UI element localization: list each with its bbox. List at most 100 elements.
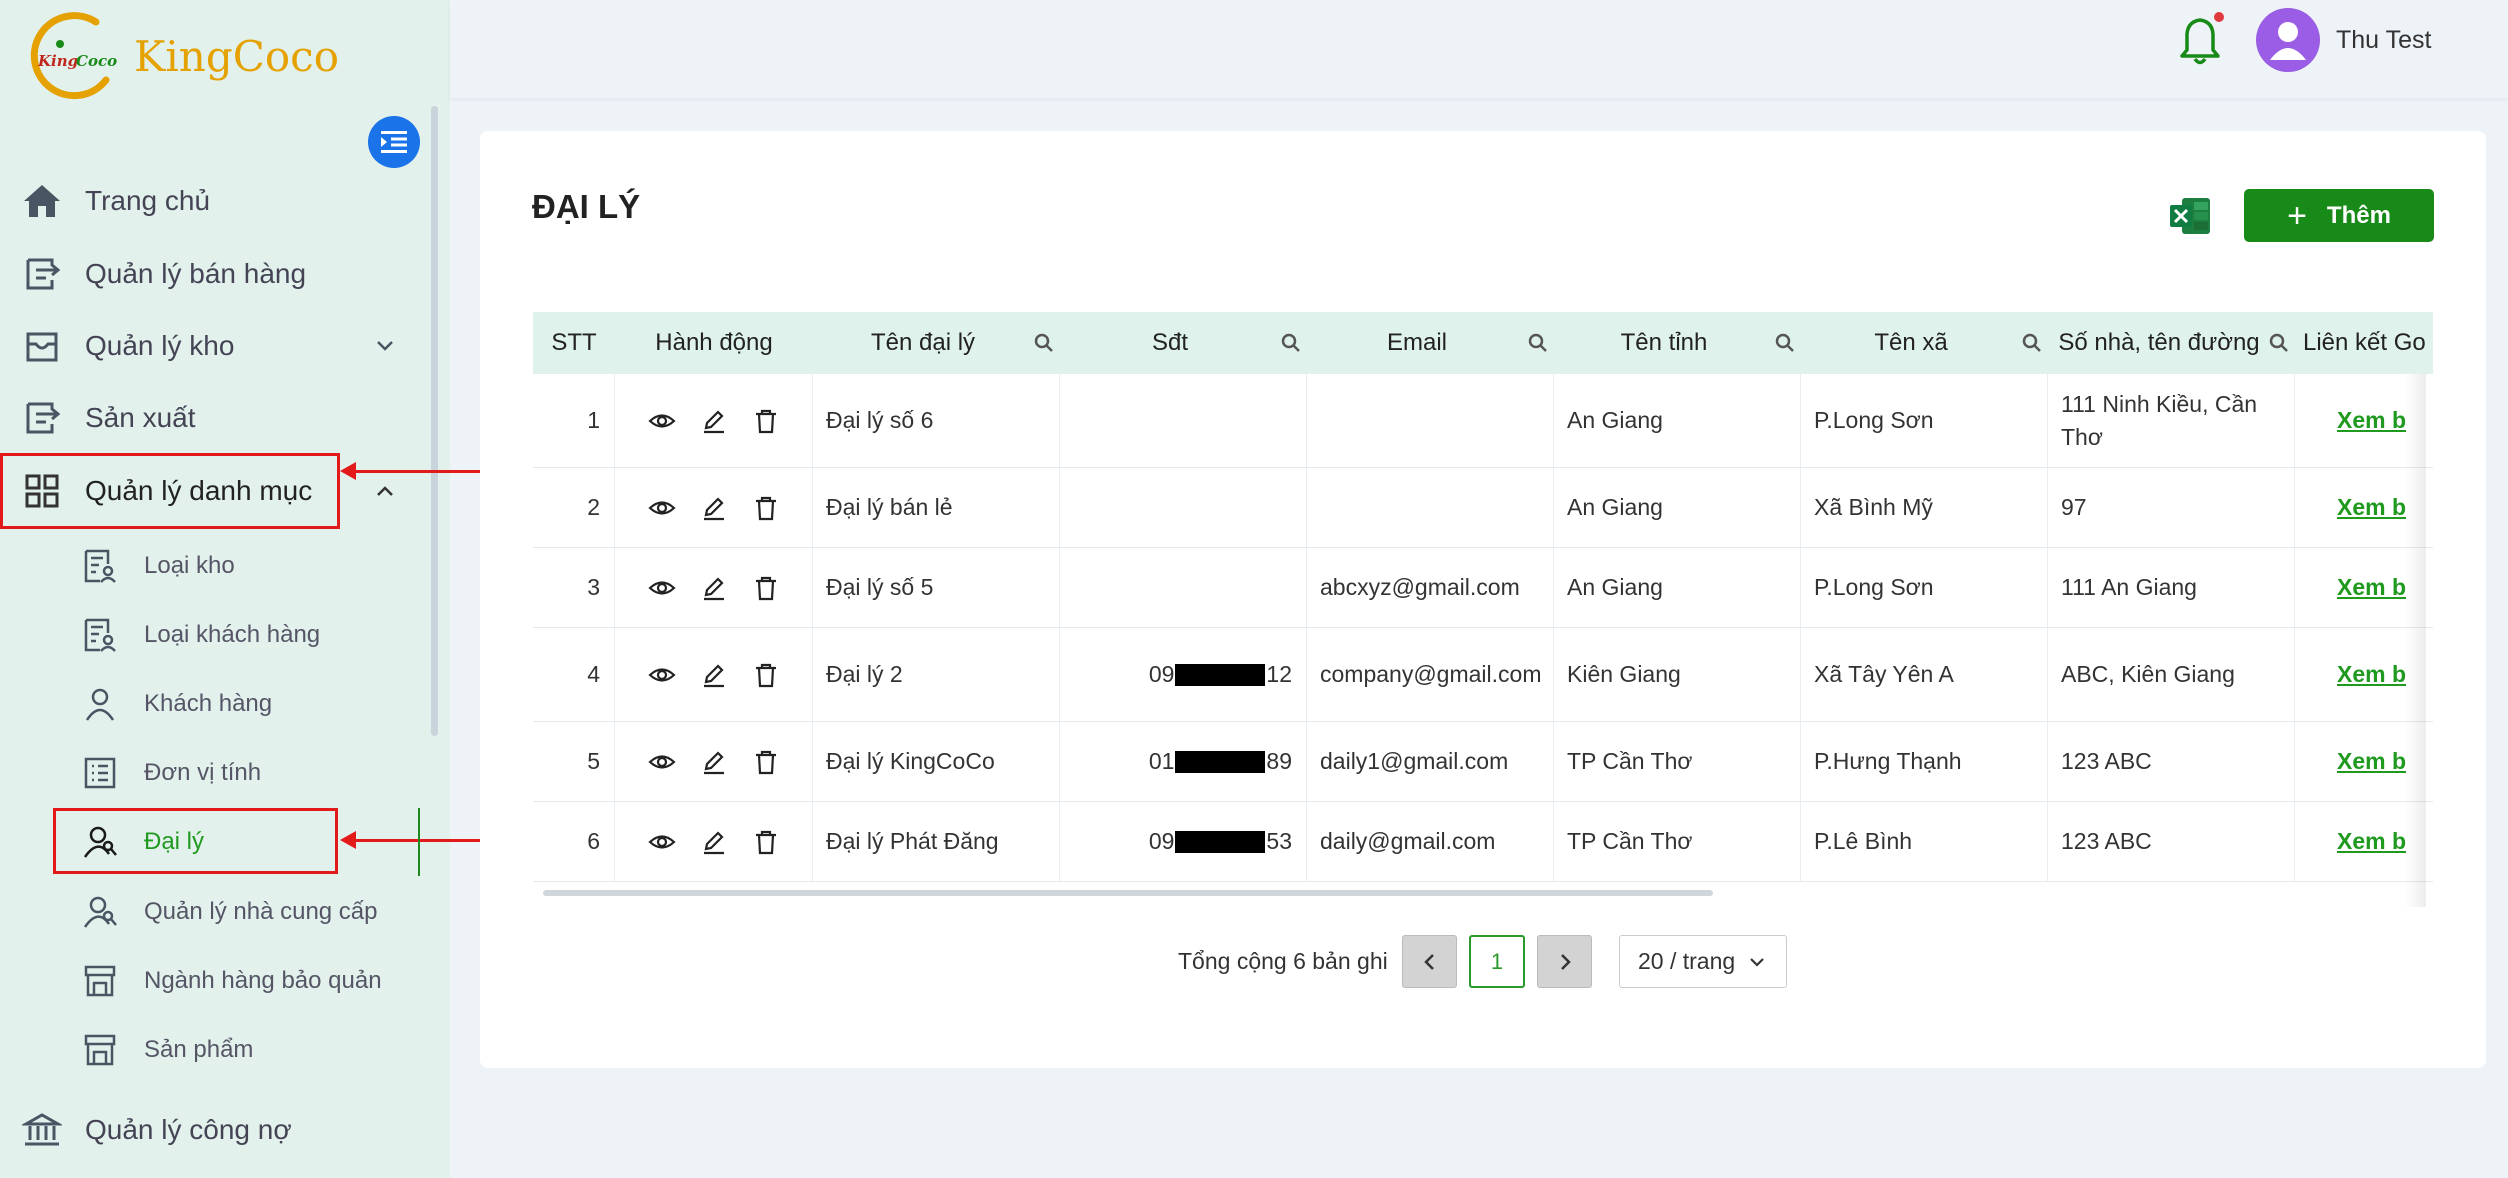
sidebar-subitem-warehouse-type[interactable]: Loại kho [0, 536, 440, 596]
sidebar-subitem-storage-category[interactable]: Ngành hàng bảo quản [0, 951, 440, 1011]
cell-province: An Giang [1554, 548, 1801, 627]
search-icon[interactable] [1033, 332, 1055, 354]
add-button[interactable]: + Thêm [2244, 189, 2434, 242]
page-size-select[interactable]: 20 / trang [1619, 935, 1787, 988]
chevron-down-icon [1750, 957, 1764, 967]
collapse-sidebar-button[interactable] [368, 116, 420, 168]
sidebar-item-warehouse[interactable]: Quản lý kho [0, 314, 440, 378]
view-map-link[interactable]: Xem b [2337, 494, 2406, 521]
cell-province: An Giang [1554, 374, 1801, 467]
cell-address: 111 An Giang [2048, 548, 2295, 627]
cell-email [1307, 374, 1554, 467]
notification-dot [2214, 12, 2224, 22]
col-address: Số nhà, tên đường [2058, 329, 2260, 356]
cell-actions [615, 722, 813, 801]
avatar[interactable] [2256, 8, 2320, 72]
cell-address: 123 ABC [2048, 722, 2295, 801]
cell-name: Đại lý số 6 [813, 374, 1060, 467]
avatar-user-icon [2270, 22, 2306, 60]
trash-icon[interactable] [751, 827, 781, 857]
chevron-down-icon [377, 341, 393, 351]
bell-icon[interactable] [2178, 16, 2222, 66]
cell-province: Kiên Giang [1554, 628, 1801, 721]
phone-suffix: 53 [1266, 828, 1292, 854]
chevron-right-icon [1560, 953, 1571, 970]
sidebar-subitem-label: Đơn vị tính [144, 759, 262, 786]
sidebar-item-sales[interactable]: Quản lý bán hàng [0, 242, 440, 306]
sidebar-subitem-label: Ngành hàng bảo quản [144, 967, 382, 994]
search-icon[interactable] [1527, 332, 1549, 354]
sidebar-subitem-label: Loại khách hàng [144, 621, 321, 648]
col-email: Email [1386, 329, 1447, 356]
sidebar-item-home[interactable]: Trang chủ [0, 169, 440, 233]
eye-icon[interactable] [647, 493, 677, 523]
view-map-link[interactable]: Xem b [2337, 828, 2406, 855]
trash-icon[interactable] [751, 406, 781, 436]
sidebar-item-debt[interactable]: Quản lý công nợ [0, 1098, 440, 1162]
menu-fold-icon [381, 131, 407, 153]
cell-email: abcxyz@gmail.com [1307, 548, 1554, 627]
eye-icon[interactable] [647, 406, 677, 436]
trash-icon[interactable] [751, 747, 781, 777]
phone-redaction [1175, 663, 1266, 686]
cell-phone: 09 53 [1060, 802, 1307, 881]
eye-icon[interactable] [647, 747, 677, 777]
table-horizontal-scrollbar[interactable] [543, 890, 1713, 896]
col-stt: STT [551, 329, 597, 356]
trash-icon[interactable] [751, 493, 781, 523]
cell-ward: P.Hưng Thạnh [1801, 722, 2048, 801]
page-title: ĐẠI LÝ [532, 188, 641, 225]
table-row: 5 Đại lý KingCoCo 01 89 daily1@gmail.com TP C… [533, 722, 2433, 802]
trash-icon[interactable] [751, 573, 781, 603]
svg-text:Coco: Coco [76, 52, 117, 70]
search-icon[interactable] [1280, 332, 1302, 354]
next-page-button[interactable] [1537, 935, 1592, 988]
col-phone: Sđt [1151, 329, 1189, 356]
search-icon[interactable] [1774, 332, 1796, 354]
sidebar-subitem-customer[interactable]: Khách hàng [0, 674, 440, 734]
trash-icon[interactable] [751, 660, 781, 690]
cell-ward: Xã Bình Mỹ [1801, 468, 2048, 547]
excel-export-icon[interactable] [2168, 196, 2212, 236]
cell-name: Đại lý KingCoCo [813, 722, 1060, 801]
cell-actions [615, 802, 813, 881]
sidebar-subitem-product[interactable]: Sản phẩm [0, 1020, 440, 1080]
user-name[interactable]: Thu Test [2336, 26, 2431, 55]
eye-icon[interactable] [647, 573, 677, 603]
view-map-link[interactable]: Xem b [2337, 574, 2406, 601]
cell-address: 97 [2048, 468, 2295, 547]
sidebar-subitem-customer-type[interactable]: Loại khách hàng [0, 605, 440, 665]
view-map-link[interactable]: Xem b [2337, 748, 2406, 775]
store-icon [84, 1034, 116, 1066]
prev-page-button[interactable] [1402, 935, 1457, 988]
eye-icon[interactable] [647, 827, 677, 857]
search-icon[interactable] [2021, 332, 2043, 354]
edit-icon[interactable] [699, 747, 729, 777]
cell-email: company@gmail.com [1307, 628, 1554, 721]
cell-ward: Xã Tây Yên A [1801, 628, 2048, 721]
agency-table: STT Hành động Tên đại lý Sđt Email Tên t… [533, 312, 2433, 907]
edit-icon[interactable] [699, 493, 729, 523]
sidebar-subitem-supplier[interactable]: Quản lý nhà cung cấp [0, 882, 440, 942]
annotation-box-catalog [0, 453, 340, 529]
col-google-link: Liên kết Go [2303, 329, 2426, 356]
search-icon[interactable] [2268, 332, 2290, 354]
edit-icon[interactable] [699, 827, 729, 857]
eye-icon[interactable] [647, 660, 677, 690]
logo-text: KingCoco [134, 31, 339, 81]
col-name: Tên đại lý [870, 329, 976, 356]
user-icon [85, 688, 115, 721]
sidebar-subitem-unit[interactable]: Đơn vị tính [0, 743, 440, 803]
annotation-box-agency [53, 808, 338, 874]
sidebar-item-production[interactable]: Sản xuất [0, 386, 440, 450]
page-number-button[interactable]: 1 [1469, 935, 1525, 988]
view-map-link[interactable]: Xem b [2337, 407, 2406, 434]
edit-icon[interactable] [699, 660, 729, 690]
cell-stt: 1 [533, 374, 615, 467]
cell-ward: P.Lê Bình [1801, 802, 2048, 881]
logo[interactable]: King Coco KingCoco [26, 8, 339, 104]
sidebar: King Coco KingCoco Trang chủ Quản lý bán… [0, 0, 450, 1178]
edit-icon[interactable] [699, 573, 729, 603]
edit-icon[interactable] [699, 406, 729, 436]
view-map-link[interactable]: Xem b [2337, 661, 2406, 688]
